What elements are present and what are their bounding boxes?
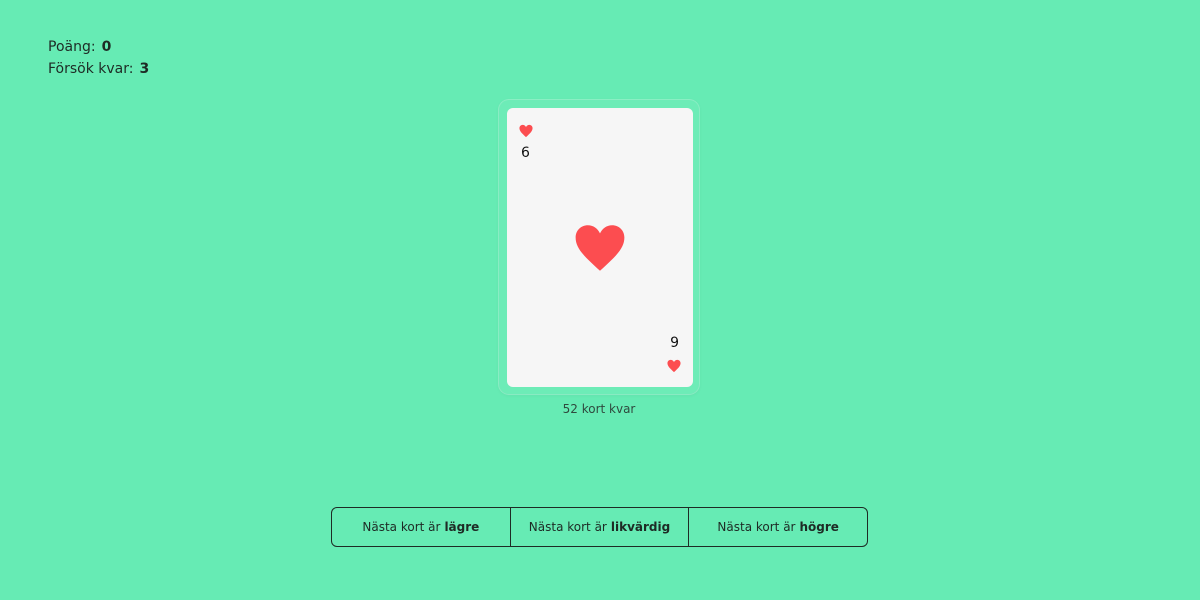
guess-lower-button[interactable]: Nästa kort är lägre [332, 508, 510, 546]
guess-lower-prefix: Nästa kort är [362, 520, 441, 534]
guess-higher-prefix: Nästa kort är [717, 520, 796, 534]
attempts-row: Försök kvar: 3 [48, 58, 149, 80]
score-value: 0 [101, 39, 112, 55]
guess-equal-button[interactable]: Nästa kort är likvärdig [509, 508, 689, 546]
guess-equal-prefix: Nästa kort är [528, 520, 607, 534]
scoreboard: Poäng: 0 Försök kvar: 3 [48, 36, 149, 80]
heart-icon [667, 359, 681, 373]
guess-higher-button[interactable]: Nästa kort är högre [688, 508, 867, 546]
score-label: Poäng: [48, 39, 96, 55]
guess-lower-keyword: lägre [444, 520, 480, 534]
guess-button-group: Nästa kort är lägre Nästa kort är likvärdi… [331, 507, 868, 547]
attempts-value: 3 [139, 61, 150, 77]
card-rank-bottom-right: 9 [670, 335, 679, 351]
cards-remaining: 52 kort kvar [562, 402, 636, 416]
playing-card: 6 9 [507, 108, 693, 387]
heart-icon [575, 225, 625, 271]
guess-higher-keyword: högre [799, 520, 839, 534]
card-rank-top-left: 6 [521, 145, 530, 161]
card-slot: 6 9 [499, 100, 699, 394]
heart-icon [519, 124, 533, 138]
attempts-label: Försök kvar: [48, 61, 134, 77]
guess-equal-keyword: likvärdig [610, 520, 671, 534]
score-row: Poäng: 0 [48, 36, 149, 58]
